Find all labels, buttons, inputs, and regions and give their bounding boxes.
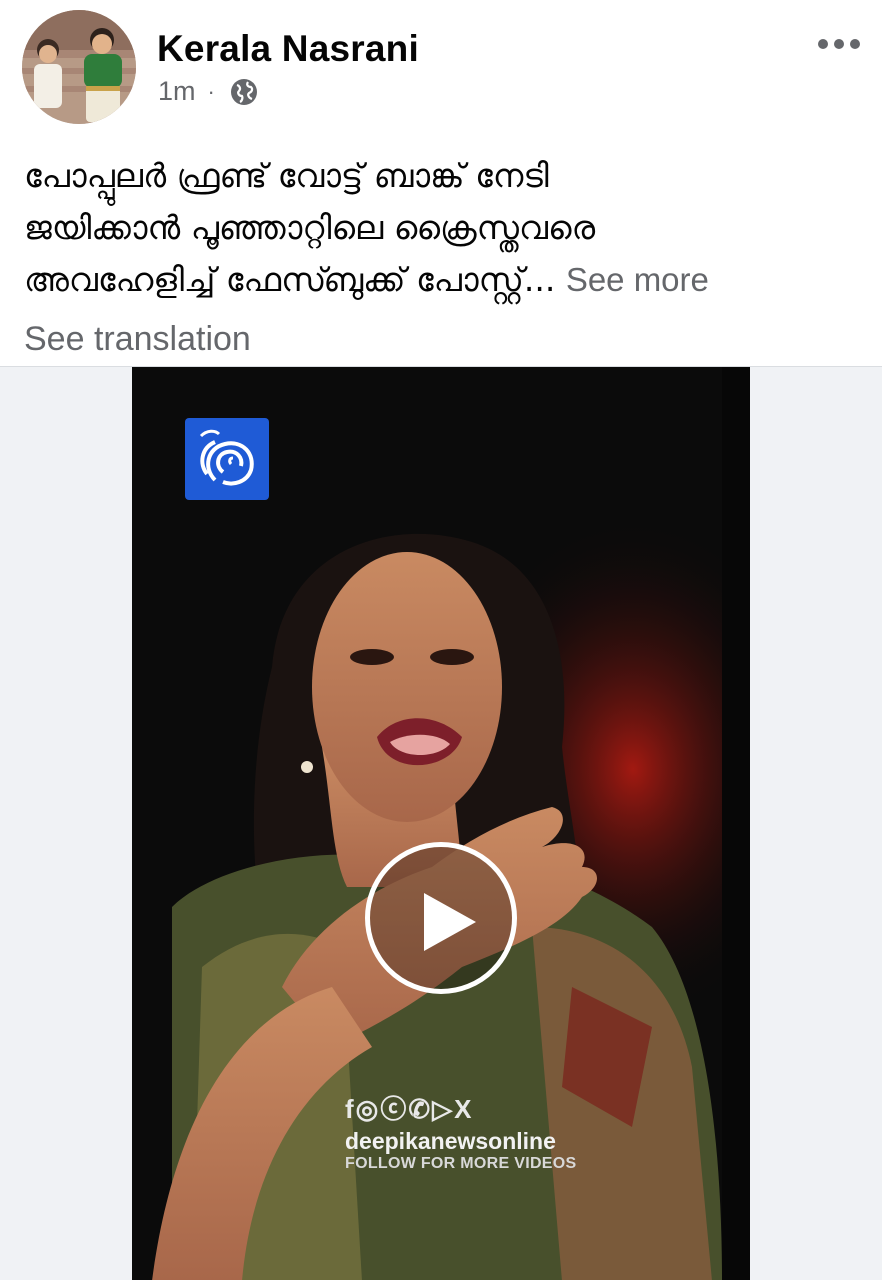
video-watermark: f◎ⓒ✆▷X deepikanewsonline FOLLOW FOR MORE… bbox=[345, 1089, 576, 1173]
social-icons: f◎ⓒ✆▷X bbox=[345, 1094, 474, 1124]
post-meta: 1m · bbox=[158, 76, 259, 107]
see-more-link[interactable]: See more bbox=[566, 261, 709, 298]
more-dot bbox=[818, 39, 828, 49]
watermark-follow: FOLLOW FOR MORE VIDEOS bbox=[345, 1155, 577, 1172]
caption-line-last: അവഹേളിച്ച് ഫേസ്ബുക്ക് പോസ്റ്റ്... See mo… bbox=[24, 254, 864, 306]
author-avatar[interactable] bbox=[22, 10, 136, 124]
more-dot bbox=[850, 39, 860, 49]
watermark-handle: deepikanewsonline bbox=[345, 1128, 556, 1154]
video-player[interactable]: f◎ⓒ✆▷X deepikanewsonline FOLLOW FOR MORE… bbox=[132, 367, 750, 1280]
globe-icon bbox=[230, 78, 257, 105]
caption-line: പോപ്പുലർ ഫ്രണ്ട് വോട്ട് ബാങ്ക് നേടി bbox=[24, 156, 549, 195]
more-dot bbox=[834, 39, 844, 49]
avatar-photo bbox=[22, 10, 136, 124]
meta-separator: · bbox=[207, 78, 215, 104]
post-time[interactable]: 1m bbox=[158, 76, 196, 107]
deepika-logo-icon bbox=[185, 418, 269, 500]
caption-line: അവഹേളിച്ച് ഫേസ്ബുക്ക് പോസ്റ്റ്... bbox=[24, 260, 556, 299]
post-caption: പോപ്പുലർ ഫ്രണ്ട് വോട്ട് ബാങ്ക് നേടി ജയിക… bbox=[24, 150, 864, 306]
play-button[interactable] bbox=[365, 842, 517, 994]
play-icon bbox=[424, 893, 476, 951]
caption-line: ജയിക്കാൻ പൂഞ്ഞാറ്റിലെ ക്രൈസ്തവരെ bbox=[24, 208, 596, 247]
more-options-icon[interactable] bbox=[818, 34, 860, 54]
author-name[interactable]: Kerala Nasrani bbox=[157, 28, 419, 70]
post-header: Kerala Nasrani 1m · bbox=[0, 0, 882, 130]
see-translation-link[interactable]: See translation bbox=[24, 320, 251, 359]
post-media: f◎ⓒ✆▷X deepikanewsonline FOLLOW FOR MORE… bbox=[0, 366, 882, 1280]
